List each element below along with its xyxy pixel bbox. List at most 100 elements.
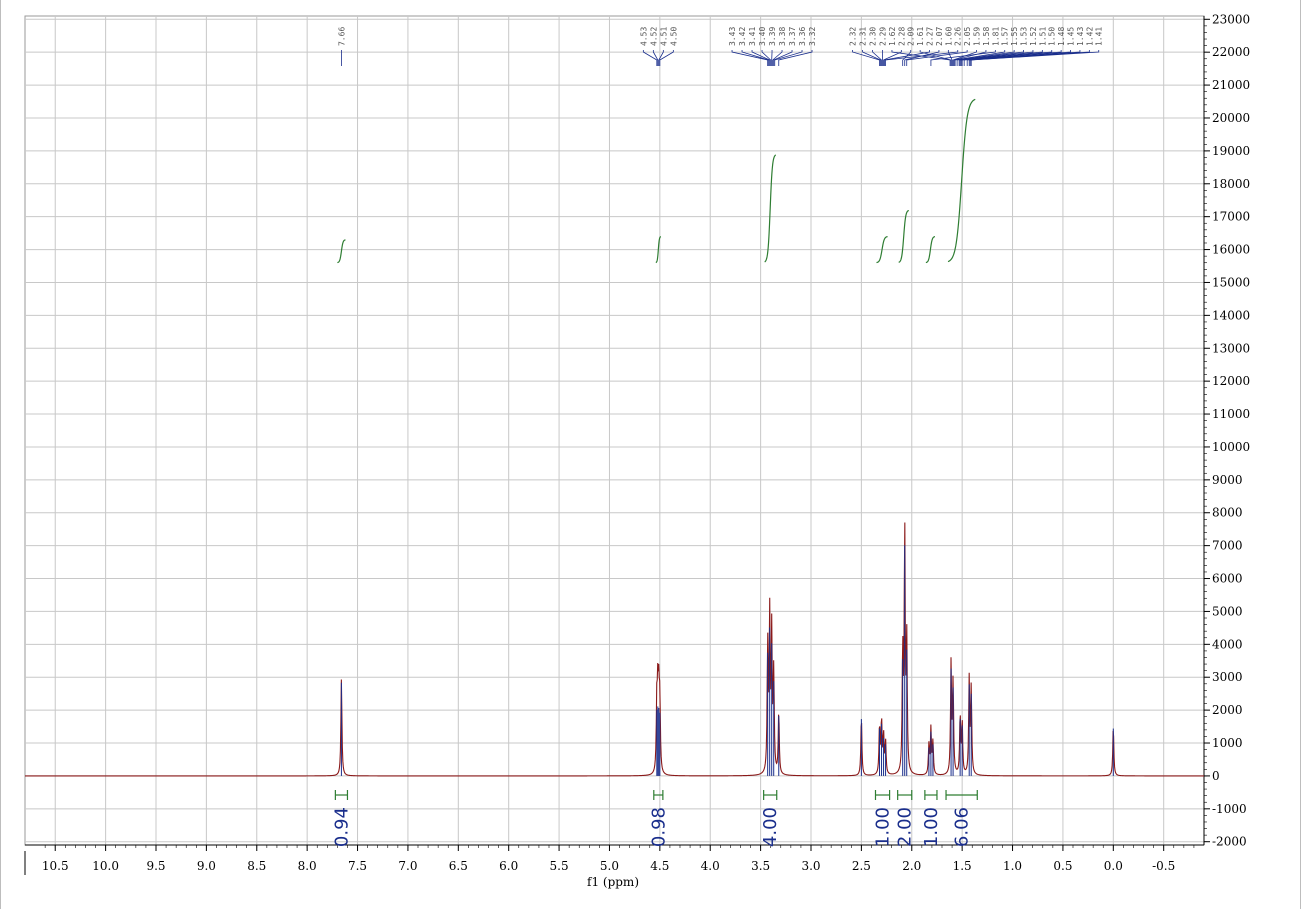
x-tick-label: 3.0 [801, 859, 820, 873]
peak-label-text: 3.37 [788, 27, 797, 46]
spectrum-window: 10.5 10.0 9.5 9.0 8.5 8.0 7.5 7.0 6.5 6.0 5.5 5.0 4.… [0, 0, 1301, 909]
peak-label-text: 1.41 [1095, 27, 1104, 46]
x-tick-label: 3.5 [751, 859, 770, 873]
peak-label-text: 2.29 [879, 27, 888, 46]
peak-label-text: 1.45 [1067, 27, 1076, 46]
integral-value-label: 0.94 [331, 807, 352, 847]
y-tick-label: 19000 [1212, 144, 1250, 158]
peak-label-text: 2.28 [897, 27, 906, 46]
integral-curve [337, 239, 346, 264]
peak-label-text: 1.53 [1020, 27, 1029, 46]
y-tick-label: 16000 [1212, 243, 1250, 257]
y-tick-label: 2000 [1212, 703, 1243, 717]
y-tick-label: 6000 [1212, 572, 1243, 586]
peak-label-text: 3.41 [748, 27, 757, 46]
peak-label-text: 2.26 [954, 27, 963, 46]
peak-label-text: 3.40 [758, 27, 767, 46]
x-tick-label: 2.5 [852, 859, 871, 873]
peak-label-text: 1.61 [916, 27, 925, 46]
x-tick-label: 1.0 [1003, 859, 1022, 873]
spectrum [25, 522, 1204, 777]
peak-label-text: 1.62 [888, 27, 897, 46]
x-tick-label: 7.0 [398, 859, 417, 873]
x-tick-label: 9.0 [197, 859, 216, 873]
y-tick-label: 18000 [1212, 177, 1250, 191]
nmr-spectrum-chart[interactable]: 10.5 10.0 9.5 9.0 8.5 8.0 7.5 7.0 6.5 6.0 5.5 5.0 4.… [1, 0, 1301, 909]
y-tick-label: -1000 [1212, 802, 1247, 816]
peak-label-text: 4.50 [669, 27, 678, 46]
y-tick-label: 9000 [1212, 473, 1243, 487]
integral-curve [898, 209, 909, 263]
peak-label-text: 3.36 [798, 27, 807, 46]
x-tick-label: 8.5 [247, 859, 266, 873]
y-tick-label: 20000 [1212, 111, 1250, 125]
peak-label-text: 3.42 [738, 27, 747, 46]
x-tick-label: 2.0 [902, 859, 921, 873]
y-tick-label: -2000 [1212, 835, 1247, 849]
y-tick-label: 22000 [1212, 45, 1250, 59]
peak-label-text: 2.07 [935, 27, 944, 46]
peak-label-text: 7.66 [337, 27, 346, 46]
spectrum-trace [25, 522, 1204, 777]
peak-label-text: 1.52 [1029, 27, 1038, 46]
y-tick-label: 7000 [1212, 539, 1243, 553]
peak-label-text: 1.51 [1038, 27, 1047, 46]
y-tick-label: 10000 [1212, 440, 1250, 454]
integral-region: 1.00 [921, 790, 942, 847]
y-tick-label: 14000 [1212, 308, 1250, 322]
peak-label-text: 2.32 [849, 27, 858, 46]
integral-region: 1.00 [873, 790, 894, 847]
x-tick-label: 0.5 [1053, 859, 1072, 873]
y-tick-label: 23000 [1212, 12, 1250, 26]
peak-label-text: 1.58 [982, 27, 991, 46]
peak-label-text: 1.42 [1085, 27, 1094, 46]
peak-label-text: 1.55 [1010, 27, 1019, 46]
peak-label-text: 2.27 [926, 27, 935, 46]
integrals: 0.94 0.98 4.00 1.00 2.00 1.00 6.06 [331, 790, 978, 847]
x-tick-label: 6.0 [499, 859, 518, 873]
integral-region: 0.94 [331, 790, 352, 847]
integral-curves [337, 98, 976, 264]
y-tick-label: 15000 [1212, 275, 1250, 289]
x-tick-label: 0.0 [1104, 859, 1123, 873]
peak-label-text: 4.51 [659, 27, 668, 46]
peak-label-text: 4.52 [649, 27, 658, 46]
integral-region: 0.98 [648, 790, 669, 847]
x-tick-label: 1.5 [953, 859, 972, 873]
x-tick-label: 10.0 [92, 859, 119, 873]
peak-labels: 7.66 4.53 4.52 4.51 4.50 3.43 3.42 3.41 3.40 3.39… [337, 27, 1104, 66]
peak-label: 7.66 [337, 27, 346, 66]
y-tick-label: 5000 [1212, 604, 1243, 618]
x-tick-label: 8.0 [298, 859, 317, 873]
x-axis-label: f1 (ppm) [587, 875, 639, 889]
y-tick-label: 1000 [1212, 736, 1243, 750]
x-tick-label: 6.5 [449, 859, 468, 873]
peak-label-text: 1.48 [1057, 27, 1066, 46]
integral-value-label: 0.98 [648, 807, 669, 847]
integral-value-label: 1.00 [921, 807, 942, 847]
x-tick-label: 9.5 [146, 859, 165, 873]
peak-label-text: 2.09 [907, 27, 916, 46]
integral-region: 4.00 [760, 790, 781, 847]
integral-value-label: 6.06 [952, 807, 973, 847]
peak-label-text: 2.05 [963, 27, 972, 46]
integral-value-label: 4.00 [760, 807, 781, 847]
peak-label-text: 3.39 [768, 27, 777, 46]
y-tick-label: 3000 [1212, 670, 1243, 684]
x-tick-label: 4.0 [701, 859, 720, 873]
x-tick-label: 7.5 [348, 859, 367, 873]
x-tick-label: -0.5 [1152, 859, 1175, 873]
y-tick-label: 17000 [1212, 210, 1250, 224]
y-tick-label: 8000 [1212, 506, 1243, 520]
peak-label-text: 3.43 [728, 27, 737, 46]
peak-label-text: 1.60 [944, 27, 953, 46]
integral-region: 6.06 [945, 790, 978, 847]
integral-value-label: 2.00 [895, 807, 916, 847]
peak-label-text: 2.31 [859, 27, 868, 46]
y-tick-label: 13000 [1212, 341, 1250, 355]
peak-label-text: 2.30 [869, 27, 878, 46]
integral-curve [764, 154, 777, 263]
axes: 10.5 10.0 9.5 9.0 8.5 8.0 7.5 7.0 6.5 6.0 5.5 5.0 4.… [24, 12, 1250, 875]
y-tick-label: 12000 [1212, 374, 1250, 388]
plot-border [24, 15, 1205, 846]
